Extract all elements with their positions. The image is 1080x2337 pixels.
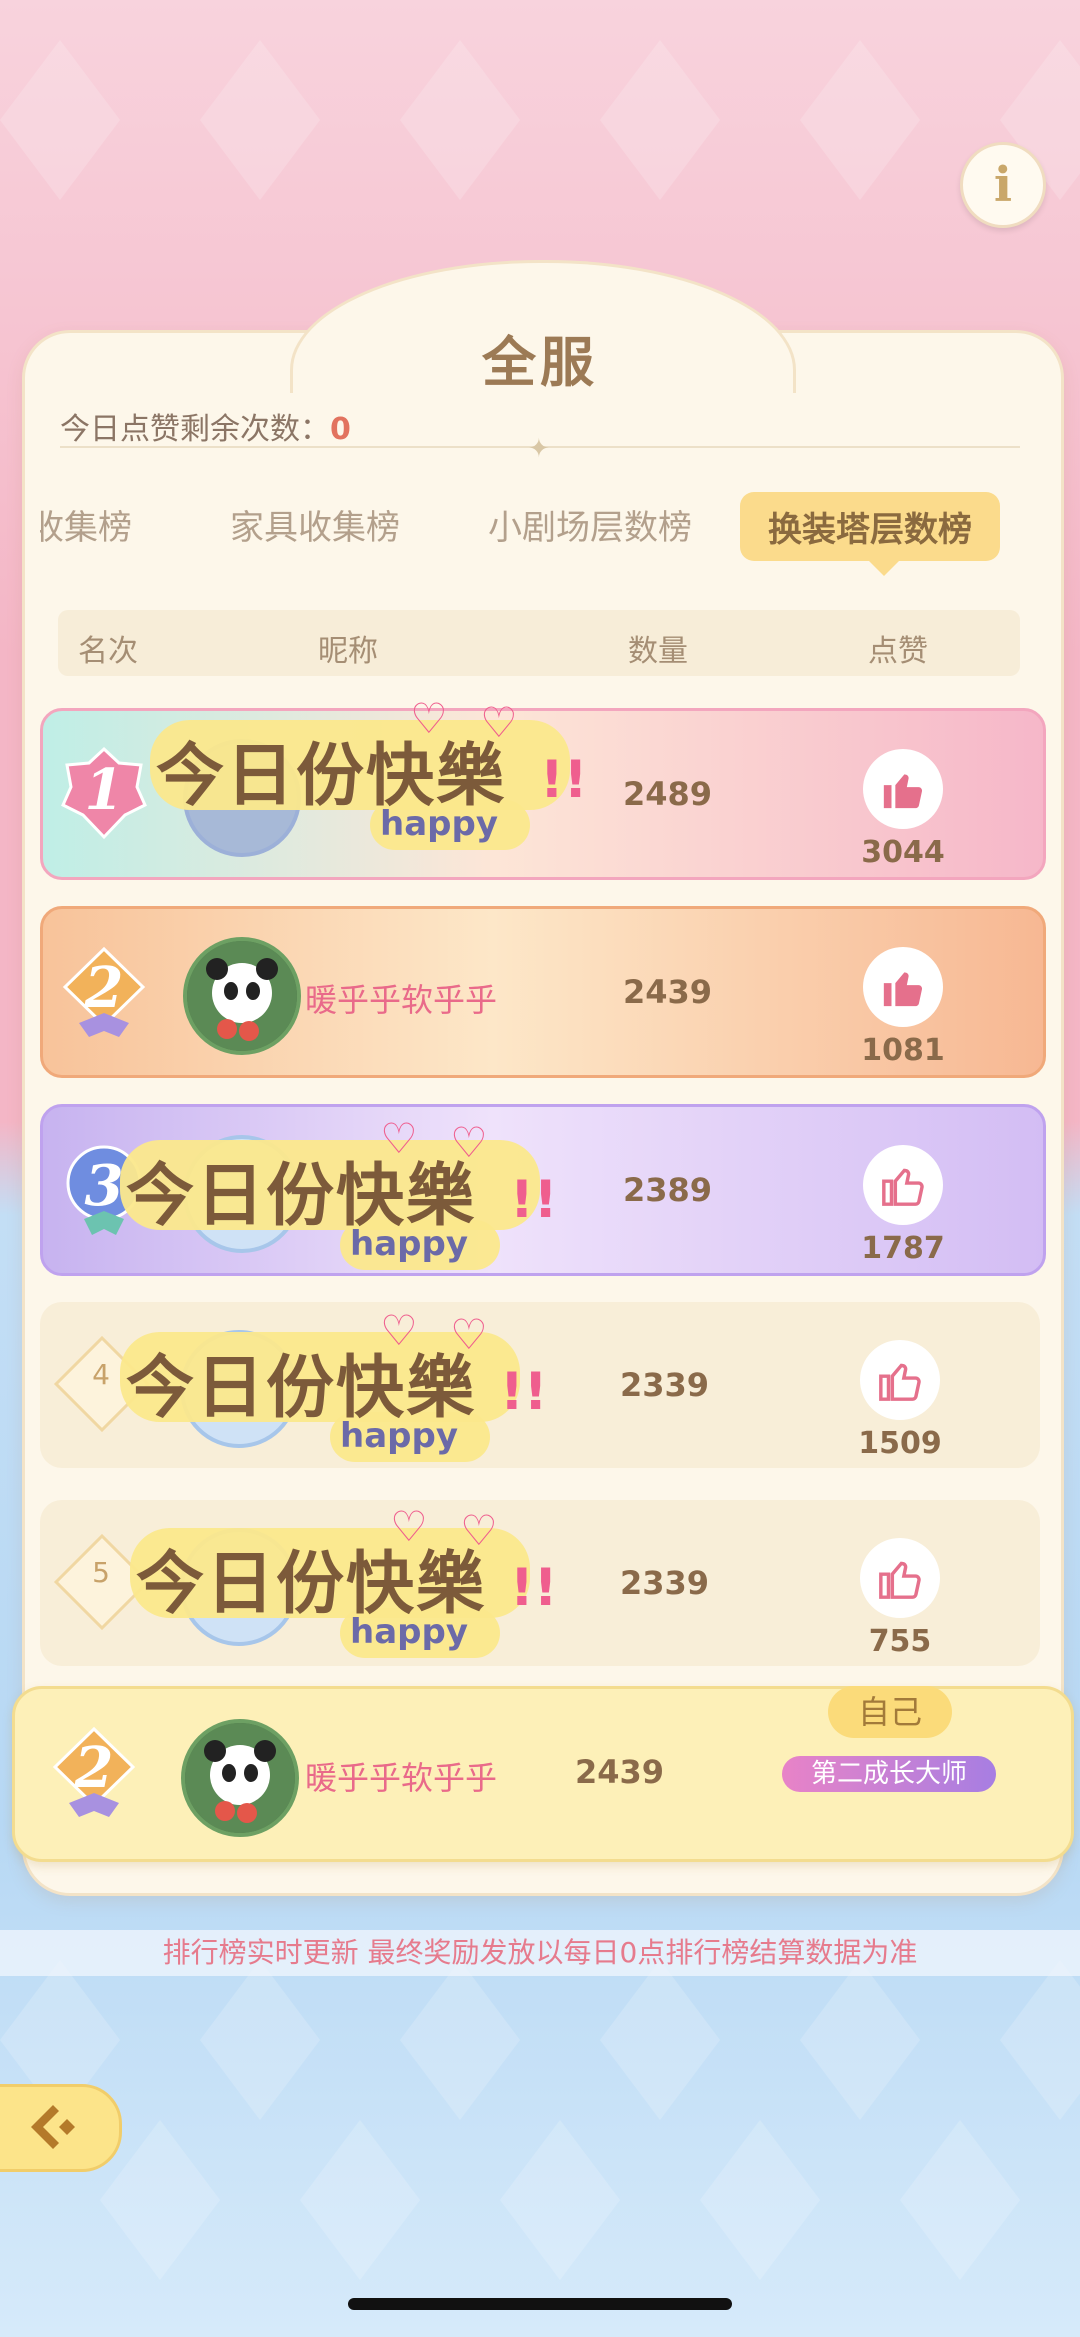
like-count: 3044	[861, 835, 945, 870]
avatar[interactable]	[183, 739, 301, 857]
likes-remaining-value: 0	[330, 412, 351, 447]
count-value: 2439	[575, 1753, 665, 1791]
column-like: 点赞	[868, 634, 928, 669]
like-button[interactable]	[860, 1538, 940, 1618]
divider-star-icon: ✦	[528, 434, 550, 464]
count-value: 2439	[623, 973, 713, 1011]
self-tag: 自己	[828, 1686, 952, 1738]
count-value: 2339	[620, 1564, 710, 1602]
count-value: 2389	[623, 1171, 713, 1209]
rank-badge: 3	[59, 1141, 149, 1241]
thumbs-up-icon	[883, 774, 923, 809]
rank-number: 5	[92, 1556, 110, 1589]
tab-furniture-collection[interactable]: 家具收集榜	[230, 500, 400, 549]
column-nickname: 昵称	[318, 634, 378, 669]
nickname: 暖乎乎软乎乎	[305, 1759, 498, 1797]
thumbs-up-outline-icon	[882, 1168, 924, 1206]
tab-dressup-tower-floors[interactable]: 换装塔层数榜	[740, 492, 1000, 561]
like-button[interactable]	[860, 1340, 940, 1420]
avatar[interactable]	[181, 1719, 299, 1837]
table-header: 名次 昵称 数量 点赞	[58, 610, 1020, 676]
rank-number: 2	[74, 1735, 114, 1801]
nickname: 暖乎乎软乎乎	[305, 981, 498, 1019]
table-row: 1 2489 3044	[40, 708, 1046, 880]
thumbs-up-icon	[883, 972, 923, 1007]
info-icon: i	[993, 157, 1013, 213]
table-row: 5 2339 755	[40, 1500, 1040, 1666]
info-button[interactable]: i	[960, 142, 1046, 228]
count-value: 2489	[623, 775, 713, 813]
rank-number: 1	[84, 757, 124, 823]
rank-badge: 2	[49, 1723, 139, 1823]
like-count: 1509	[858, 1426, 942, 1461]
tab-theater-floors[interactable]: 小剧场层数榜	[488, 500, 692, 549]
column-rank: 名次	[78, 634, 138, 669]
avatar[interactable]	[183, 937, 301, 1055]
like-button[interactable]	[863, 1145, 943, 1225]
avatar[interactable]	[183, 1135, 301, 1253]
like-button[interactable]	[863, 947, 943, 1027]
column-count: 数量	[628, 634, 688, 669]
likes-remaining-label: 今日点赞剩余次数：	[60, 412, 330, 447]
panda-avatar-icon	[187, 941, 297, 1051]
avatar[interactable]	[180, 1528, 298, 1646]
like-count: 1081	[861, 1033, 945, 1068]
back-arrow-icon	[31, 2105, 75, 2149]
like-count: 755	[868, 1624, 932, 1659]
title-badge: 第二成长大师	[782, 1756, 996, 1792]
page-title: 全服	[482, 331, 598, 394]
tab-bar: 收集榜 家具收集榜 小剧场层数榜 换装塔层数榜	[40, 492, 1040, 562]
rank-badge: 2	[59, 943, 149, 1043]
footer-tip: 排行榜实时更新 最终奖励发放以每日0点排行榜结算数据为准	[0, 1930, 1080, 1976]
back-button[interactable]	[0, 2084, 122, 2172]
panda-avatar-icon	[185, 1723, 295, 1833]
like-count: 1787	[861, 1231, 945, 1266]
home-indicator[interactable]	[348, 2298, 732, 2310]
table-row: 4 2339 1509	[40, 1302, 1040, 1468]
tab-collection[interactable]: 收集榜	[40, 500, 132, 549]
thumbs-up-outline-icon	[879, 1561, 921, 1599]
rank-number: 4	[92, 1358, 110, 1391]
like-button[interactable]	[863, 749, 943, 829]
rank-number: 3	[84, 1153, 124, 1219]
avatar[interactable]	[180, 1330, 298, 1448]
likes-remaining: 今日点赞剩余次数：0	[60, 404, 351, 448]
rank-number: 2	[84, 955, 124, 1021]
table-row: 3 2389 1787	[40, 1104, 1046, 1276]
thumbs-up-outline-icon	[879, 1363, 921, 1401]
active-tab-pointer	[868, 560, 900, 576]
rank-badge: 1	[59, 745, 149, 845]
table-row: 2 暖乎乎软乎乎 2439 1081	[40, 906, 1046, 1078]
count-value: 2339	[620, 1366, 710, 1404]
